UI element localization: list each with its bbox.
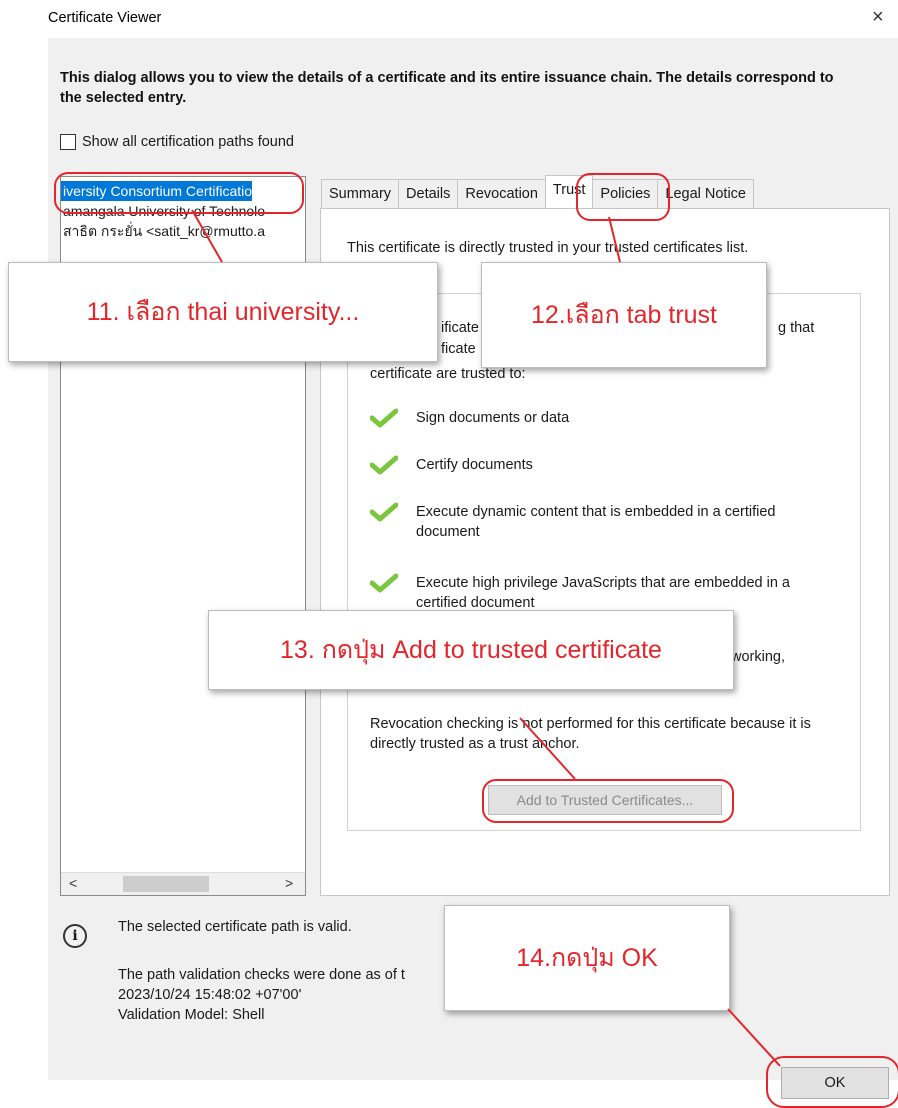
connector-line-12 <box>608 216 621 263</box>
connector-line-14 <box>727 1008 781 1067</box>
connector-line-13 <box>519 717 576 780</box>
connector-line-11 <box>191 209 223 263</box>
annotation-connector-lines <box>191 209 781 1067</box>
